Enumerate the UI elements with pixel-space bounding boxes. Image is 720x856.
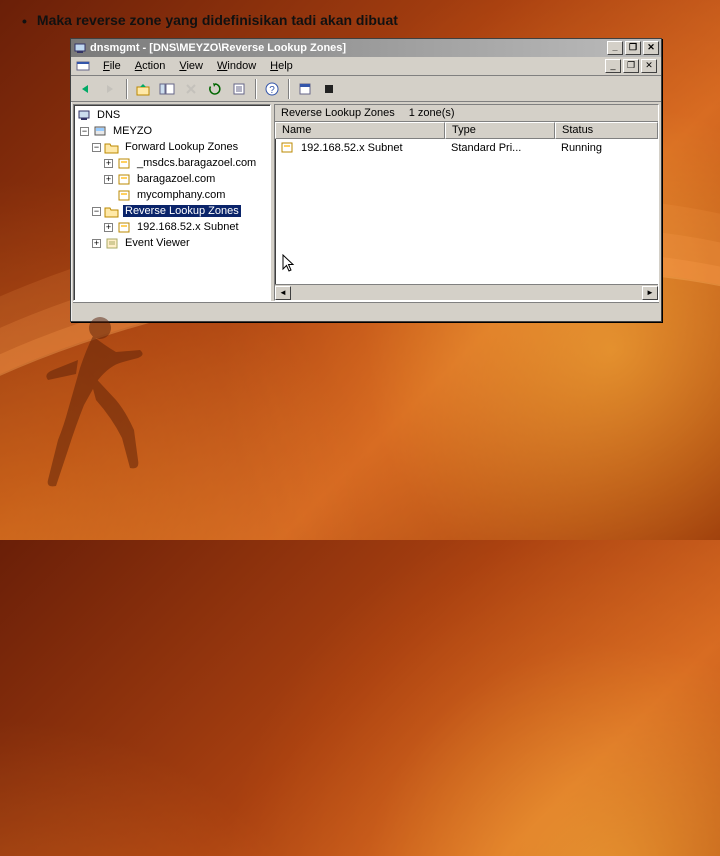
expander-plus-icon[interactable]: + [104,159,113,168]
expander-plus-icon[interactable]: + [92,239,101,248]
zone-icon [116,155,132,171]
show-hide-tree-icon[interactable] [156,78,178,100]
column-type[interactable]: Type [445,122,555,139]
export-list-icon[interactable] [228,78,250,100]
tree-label-selected: Reverse Lookup Zones [123,205,241,217]
zone-icon [116,171,132,187]
tree-reverse-zones[interactable]: − Reverse Lookup Zones [74,203,270,219]
dns-root-icon [76,107,92,123]
tree-zone-item[interactable]: + 192.168.52.x Subnet [74,219,270,235]
list-pane: Reverse Lookup Zones 1 zone(s) Name Type… [274,104,659,301]
titlebar[interactable]: dnsmgmt - [DNS\MEYZO\Reverse Lookup Zone… [71,39,661,57]
list-header-title: Reverse Lookup Zones [281,107,395,119]
zone-icon [116,187,132,203]
tree-forward-zones[interactable]: − Forward Lookup Zones [74,139,270,155]
menu-file[interactable]: File [97,59,127,73]
statusbar [73,301,659,319]
folder-open-icon [104,203,120,219]
tree-label: 192.168.52.x Subnet [135,221,241,233]
console-tree[interactable]: DNS − MEYZO − Forward Lookup Zones [73,104,271,301]
row-name: 192.168.52.x Subnet [301,142,403,154]
server-icon [92,123,108,139]
menu-help[interactable]: Help [264,59,299,73]
folder-open-icon [104,139,120,155]
back-icon[interactable] [75,78,97,100]
mmc-system-icon[interactable] [75,58,91,74]
zone-icon [116,219,132,235]
expander-plus-icon[interactable]: + [104,223,113,232]
bullet-marker: • [22,12,27,30]
menu-window[interactable]: Window [211,59,262,73]
minimize-button[interactable]: _ [607,41,623,55]
menu-action[interactable]: Action [129,59,172,73]
slide-bullet: • Maka reverse zone yang didefinisikan t… [22,12,398,30]
maximize-button[interactable]: ❐ [625,41,641,55]
bullet-text: Maka reverse zone yang didefinisikan tad… [37,12,398,28]
tree-server[interactable]: − MEYZO [74,123,270,139]
zone-icon [279,140,295,156]
expander-minus-icon[interactable]: − [80,127,89,136]
tree-zone-item[interactable]: + baragazoel.com [74,171,270,187]
window-title: dnsmgmt - [DNS\MEYZO\Reverse Lookup Zone… [90,42,607,54]
list-header: Reverse Lookup Zones 1 zone(s) [275,105,658,122]
tree-zone-item[interactable]: + _msdcs.baragazoel.com [74,155,270,171]
tree-label: mycomphany.com [135,189,227,201]
tree-label: _msdcs.baragazoel.com [135,157,258,169]
row-status: Running [555,142,658,154]
column-headers: Name Type Status [275,122,658,139]
list-header-count: 1 zone(s) [409,107,455,119]
forward-icon[interactable] [99,78,121,100]
scroll-left-icon[interactable]: ◄ [275,286,291,300]
column-name[interactable]: Name [275,122,445,139]
tree-label: DNS [95,109,122,121]
mdi-close-button[interactable]: ✕ [641,59,657,73]
expander-plus-icon[interactable]: + [104,175,113,184]
column-status[interactable]: Status [555,122,658,139]
event-viewer-icon [104,235,120,251]
tree-label: baragazoel.com [135,173,217,185]
app-icon [73,41,87,55]
dns-mgmt-window: dnsmgmt - [DNS\MEYZO\Reverse Lookup Zone… [70,38,662,322]
tree-zone-item[interactable]: mycomphany.com [74,187,270,203]
list-row[interactable]: 192.168.52.x Subnet Standard Pri... Runn… [275,139,658,156]
toolbar: ? [71,76,661,102]
runner-silhouette-icon [38,310,148,490]
up-icon[interactable] [132,78,154,100]
svg-text:?: ? [269,85,275,96]
list-rows[interactable]: 192.168.52.x Subnet Standard Pri... Runn… [275,139,658,284]
mdi-minimize-button[interactable]: _ [605,59,621,73]
tree-root-dns[interactable]: DNS [74,107,270,123]
stop-dns-icon[interactable] [318,78,340,100]
row-type: Standard Pri... [445,142,555,154]
expander-minus-icon[interactable]: − [92,143,101,152]
tree-label: Event Viewer [123,237,192,249]
expander-minus-icon[interactable]: − [92,207,101,216]
menubar: File Action View Window Help _ ❐ ✕ [71,57,661,76]
tree-label: MEYZO [111,125,154,137]
horizontal-scrollbar[interactable]: ◄ ► [275,284,658,300]
tree-event-viewer[interactable]: + Event Viewer [74,235,270,251]
refresh-icon[interactable] [204,78,226,100]
help-icon[interactable]: ? [261,78,283,100]
mdi-restore-button[interactable]: ❐ [623,59,639,73]
delete-icon[interactable] [180,78,202,100]
scroll-right-icon[interactable]: ► [642,286,658,300]
tree-label: Forward Lookup Zones [123,141,240,153]
close-button[interactable]: ✕ [643,41,659,55]
menu-view[interactable]: View [173,59,209,73]
properties-icon[interactable] [294,78,316,100]
